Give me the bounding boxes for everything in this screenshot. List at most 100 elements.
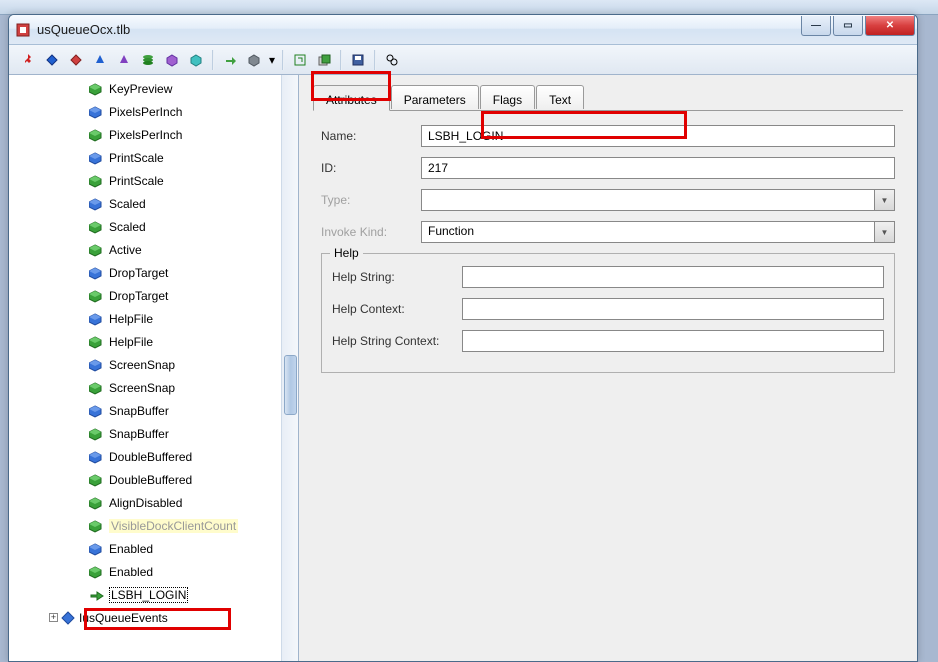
help-string-context-label: Help String Context: (332, 334, 462, 348)
tree-item-helpfile[interactable]: HelpFile (39, 307, 298, 330)
tree-item-aligndisabled[interactable]: AlignDisabled (39, 491, 298, 514)
prop-green-icon (89, 427, 105, 441)
pin-icon[interactable] (17, 49, 39, 71)
dropdown-arrow-icon[interactable]: ▾ (267, 53, 277, 67)
invoke-select[interactable]: Function (421, 221, 875, 243)
prop-green-icon (89, 381, 105, 395)
id-input[interactable] (421, 157, 895, 179)
tree-item-screensnap[interactable]: ScreenSnap (39, 353, 298, 376)
tree-item-doublebuffered[interactable]: DoubleBuffered (39, 445, 298, 468)
prop-green-icon (89, 473, 105, 487)
tree-item-label: DropTarget (109, 289, 168, 303)
help-context-input[interactable] (462, 298, 884, 320)
detail-panel: AttributesParametersFlagsText Name: ID: … (299, 75, 917, 661)
tree-item-label: Enabled (109, 542, 153, 556)
toolbar: ▾ (9, 45, 917, 75)
type-select[interactable] (421, 189, 875, 211)
tree-item-pixelsperinch[interactable]: PixelsPerInch (39, 100, 298, 123)
tree-item-visibledockclientcount[interactable]: VisibleDockClientCount (39, 514, 298, 537)
cube-teal-icon[interactable] (185, 49, 207, 71)
prop-green-icon (89, 519, 105, 533)
prop-green-icon (89, 128, 105, 142)
type-dropdown-button[interactable]: ▼ (875, 189, 895, 211)
help-string-input[interactable] (462, 266, 884, 288)
separator (340, 50, 342, 70)
tree-item-label: LSBH_LOGIN (109, 587, 188, 603)
title-bar[interactable]: usQueueOcx.tlb — ▭ ✕ (9, 15, 917, 45)
find-icon[interactable] (381, 49, 403, 71)
tree-content: KeyPreview PixelsPerInch PixelsPerInch Prin… (9, 75, 298, 629)
tree-item-droptarget[interactable]: DropTarget (39, 261, 298, 284)
tree-item-scaled[interactable]: Scaled (39, 215, 298, 238)
name-label: Name: (321, 129, 421, 143)
prop-green-icon (89, 335, 105, 349)
tree-item-doublebuffered[interactable]: DoubleBuffered (39, 468, 298, 491)
scroll-thumb[interactable] (284, 355, 297, 415)
diamond-blue-icon[interactable] (41, 49, 63, 71)
interface-blue-icon (61, 611, 75, 625)
tree-item-snapbuffer[interactable]: SnapBuffer (39, 399, 298, 422)
tree-item-label: KeyPreview (109, 82, 172, 96)
invoke-dropdown-button[interactable]: ▼ (875, 221, 895, 243)
tree-item-keypreview[interactable]: KeyPreview (39, 77, 298, 100)
tree-item-helpfile[interactable]: HelpFile (39, 330, 298, 353)
tree-item-printscale[interactable]: PrintScale (39, 169, 298, 192)
tree-item-label: PrintScale (109, 151, 164, 165)
window-controls: — ▭ ✕ (801, 16, 915, 36)
tab-flags[interactable]: Flags (480, 85, 535, 109)
register-icon[interactable] (313, 49, 335, 71)
tree-item-label: DoubleBuffered (109, 473, 192, 487)
tree-item-lsbh_login[interactable]: LSBH_LOGIN (39, 583, 298, 606)
tab-text[interactable]: Text (536, 85, 584, 109)
tree-item-label: DropTarget (109, 266, 168, 280)
prop-green-icon (89, 174, 105, 188)
help-string-context-input[interactable] (462, 330, 884, 352)
prop-blue-icon (89, 266, 105, 280)
cube-gray-icon[interactable] (243, 49, 265, 71)
tree-item-screensnap[interactable]: ScreenSnap (39, 376, 298, 399)
tree-item-label: Enabled (109, 565, 153, 579)
id-label: ID: (321, 161, 421, 175)
tree-item-enabled[interactable]: Enabled (39, 560, 298, 583)
tree-item-droptarget[interactable]: DropTarget (39, 284, 298, 307)
prop-green-icon (89, 243, 105, 257)
tree-item-label: DoubleBuffered (109, 450, 192, 464)
minimize-button[interactable]: — (801, 16, 831, 36)
maximize-button[interactable]: ▭ (833, 16, 863, 36)
tree-scrollbar[interactable] (281, 75, 298, 661)
separator (282, 50, 284, 70)
tree-item-iusqueueevents[interactable]: +IusQueueEvents (39, 606, 298, 629)
tree-item-printscale[interactable]: PrintScale (39, 146, 298, 169)
prop-blue-icon (89, 542, 105, 556)
tab-attributes[interactable]: Attributes (313, 85, 390, 111)
tree-purple-icon[interactable] (113, 49, 135, 71)
tree-item-enabled[interactable]: Enabled (39, 537, 298, 560)
content-area: KeyPreview PixelsPerInch PixelsPerInch Prin… (9, 75, 917, 661)
tree-item-label: PixelsPerInch (109, 105, 182, 119)
tree-item-scaled[interactable]: Scaled (39, 192, 298, 215)
close-button[interactable]: ✕ (865, 16, 915, 36)
tree-blue-icon[interactable] (89, 49, 111, 71)
tree-item-label: Scaled (109, 197, 146, 211)
name-input[interactable] (421, 125, 895, 147)
help-fieldset: Help Help String: Help Context: Help Str… (321, 253, 895, 373)
tree-item-label: HelpFile (109, 335, 153, 349)
tree-item-label: ScreenSnap (109, 381, 175, 395)
tree-item-pixelsperinch[interactable]: PixelsPerInch (39, 123, 298, 146)
stack-green-icon[interactable] (137, 49, 159, 71)
refresh-icon[interactable] (289, 49, 311, 71)
arrow-green-icon[interactable] (219, 49, 241, 71)
prop-green-icon (89, 496, 105, 510)
method-green-icon (89, 588, 105, 602)
cube-purple-icon[interactable] (161, 49, 183, 71)
prop-green-icon (89, 220, 105, 234)
save-icon[interactable] (347, 49, 369, 71)
diamond-red-icon[interactable] (65, 49, 87, 71)
prop-blue-icon (89, 312, 105, 326)
expand-icon[interactable]: + (49, 613, 58, 622)
help-context-label: Help Context: (332, 302, 462, 316)
tree-item-label: PixelsPerInch (109, 128, 182, 142)
tab-parameters[interactable]: Parameters (391, 85, 479, 109)
tree-item-active[interactable]: Active (39, 238, 298, 261)
tree-item-snapbuffer[interactable]: SnapBuffer (39, 422, 298, 445)
